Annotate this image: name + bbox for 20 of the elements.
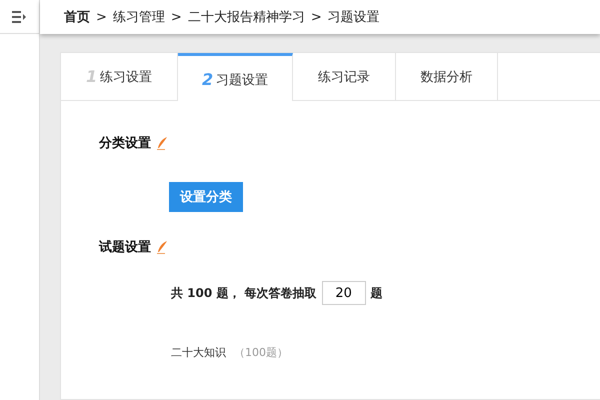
draw-count-field[interactable]: 20 xyxy=(322,281,366,305)
question-count: （100题） xyxy=(234,345,288,360)
breadcrumb-separator: > xyxy=(96,10,107,24)
breadcrumb-link[interactable]: 首页 xyxy=(64,8,90,26)
section-title: 分类设置 xyxy=(99,135,151,152)
section-title: 试题设置 xyxy=(99,239,151,256)
breadcrumb-link[interactable]: 习题设置 xyxy=(328,8,380,26)
tab[interactable]: 练习记录 xyxy=(293,53,396,100)
quota-unit: 题 xyxy=(370,284,383,302)
breadcrumb-link[interactable]: 二十大报告精神学习 xyxy=(188,8,305,26)
quota-text: 共 100 题， 每次答卷抽取 xyxy=(171,284,317,302)
breadcrumb-separator: > xyxy=(170,10,182,24)
breadcrumb-link[interactable]: 练习管理 xyxy=(112,8,165,26)
menu-icon[interactable] xyxy=(12,10,27,22)
category-name: 二十大知识 xyxy=(171,345,226,360)
breadcrumb-separator: > xyxy=(310,10,322,24)
tab[interactable]: 2 习题设置 xyxy=(178,53,293,101)
feather-icon xyxy=(157,136,168,150)
tab[interactable]: 数据分析 xyxy=(396,53,498,100)
feather-icon xyxy=(157,240,168,254)
